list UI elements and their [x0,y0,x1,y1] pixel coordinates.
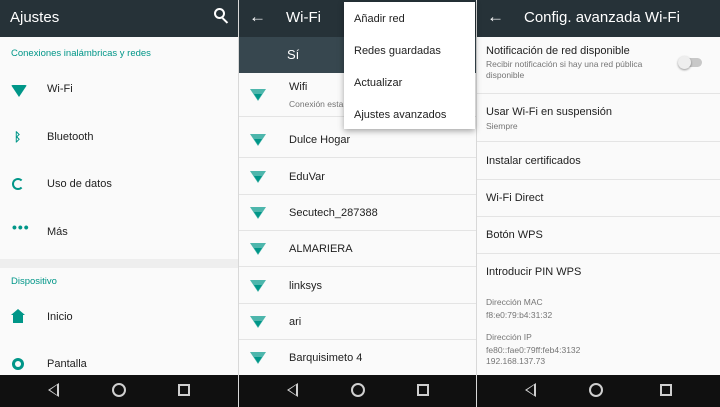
setting-wps-button[interactable]: Botón WPS [477,217,720,254]
network-row[interactable]: ALMARIERA [239,231,476,267]
menu-item-add-network[interactable]: Añadir red [354,13,405,25]
setting-title: Instalar certificados [486,155,581,167]
setting-title: Notificación de red disponible [486,45,630,57]
setting-title: Introducir PIN WPS [486,266,582,278]
mac-address-value: f8:e0:79:b4:31:32 [486,310,553,320]
wifi-signal-icon [250,280,266,292]
menu-item-advanced[interactable]: Ajustes avanzados [354,109,446,121]
network-name: Dulce Hogar [289,134,351,146]
menu-item-refresh[interactable]: Actualizar [354,77,402,89]
setting-wifi-direct[interactable]: Wi-Fi Direct [477,180,720,217]
nav-recents-icon[interactable] [417,384,429,396]
setting-wifi-sleep[interactable]: Usar Wi-Fi en suspensión Siempre [477,94,720,142]
nav-bar [239,375,476,407]
nav-home-icon[interactable] [589,383,603,397]
wifi-signal-icon [250,207,266,219]
back-arrow-icon[interactable]: ← [249,8,266,26]
nav-home-icon[interactable] [351,383,365,397]
setting-subtitle: Siempre [486,121,518,131]
ip-address-v6: fe80::fae0:79ff:feb4:3132 [486,345,581,355]
wifi-switch-label: Sí [287,47,300,62]
advanced-appbar: ← Config. avanzada Wi-Fi [477,0,720,37]
settings-item-more[interactable]: ••• Más [0,211,238,258]
nav-bar [477,375,720,407]
network-row[interactable]: EduVar [239,159,476,195]
settings-title: Ajustes [10,9,60,26]
settings-item-wifi[interactable]: Wi-Fi [0,68,238,115]
network-name: ALMARIERA [289,243,353,255]
network-row[interactable]: Secutech_287388 [239,195,476,231]
nav-back-icon[interactable] [525,383,536,397]
nav-recents-icon[interactable] [660,384,672,396]
settings-item-data-usage[interactable]: Uso de datos [0,163,238,210]
advanced-panel: ← Config. avanzada Wi-Fi Notificación de… [476,0,720,407]
ip-address-v4: 192.168.137.73 [486,356,546,366]
settings-panel: Ajustes Conexiones inalámbricas y redes … [0,0,238,407]
more-icon: ••• [12,219,30,235]
back-arrow-icon[interactable]: ← [487,8,504,26]
setting-subtitle: Recibir notificación si hay una red públ… [486,59,643,69]
wifi-signal-icon [250,171,266,183]
setting-wps-pin[interactable]: Introducir PIN WPS [477,254,720,291]
settings-item-bluetooth[interactable]: ᛒ Bluetooth [0,116,238,163]
settings-item-label: Más [47,226,68,238]
section-header-device: Dispositivo [11,276,57,287]
settings-item-home[interactable]: Inicio [0,296,238,343]
data-usage-icon [12,178,26,192]
menu-item-saved-networks[interactable]: Redes guardadas [354,45,441,57]
network-status: Conexión esta [289,99,344,109]
nav-home-icon[interactable] [112,383,126,397]
settings-item-label: Pantalla [47,358,87,370]
section-divider [0,259,238,268]
setting-install-certs[interactable]: Instalar certificados [477,142,720,180]
wifi-signal-icon [250,89,266,101]
nav-bar [0,375,238,407]
setting-title: Botón WPS [486,229,543,241]
setting-title: Wi-Fi Direct [486,192,544,204]
wifi-signal-icon [250,134,266,146]
network-row[interactable]: linksys [239,268,476,304]
wifi-signal-icon [250,352,266,364]
network-name: Wifi [289,81,308,93]
nav-recents-icon[interactable] [178,384,190,396]
network-row[interactable]: Barquisimeto 4 [239,340,476,376]
nav-back-icon[interactable] [287,383,298,397]
wifi-signal-icon [250,243,266,255]
network-name: linksys [289,280,323,292]
setting-title: Usar Wi-Fi en suspensión [486,106,612,118]
network-name: Barquisimeto 4 [289,352,363,364]
settings-item-label: Bluetooth [47,131,94,143]
brightness-icon [12,358,26,372]
setting-subtitle: disponible [486,70,525,80]
mac-address-label: Dirección MAC [486,297,543,307]
advanced-title: Config. avanzada Wi-Fi [524,9,680,26]
nav-back-icon[interactable] [48,383,59,397]
search-icon[interactable] [214,8,230,24]
settings-item-label: Inicio [47,311,73,323]
setting-network-notification[interactable]: Notificación de red disponible Recibir n… [477,37,720,94]
network-row[interactable]: ari [239,304,476,340]
settings-item-label: Wi-Fi [47,83,73,95]
home-icon [11,309,26,325]
settings-appbar: Ajustes [0,0,238,37]
notification-toggle[interactable] [678,56,702,69]
ip-address-label: Dirección IP [486,332,532,342]
wifi-signal-icon [250,316,266,328]
bluetooth-icon: ᛒ [14,130,22,144]
network-name: ari [289,316,302,328]
overflow-menu: Añadir red Redes guardadas Actualizar Aj… [344,2,475,129]
wifi-icon [11,83,27,97]
section-header-wireless: Conexiones inalámbricas y redes [11,48,151,59]
network-name: Secutech_287388 [289,207,378,219]
wifi-title: Wi-Fi [286,9,321,26]
network-name: EduVar [289,171,325,183]
settings-item-label: Uso de datos [47,178,112,190]
